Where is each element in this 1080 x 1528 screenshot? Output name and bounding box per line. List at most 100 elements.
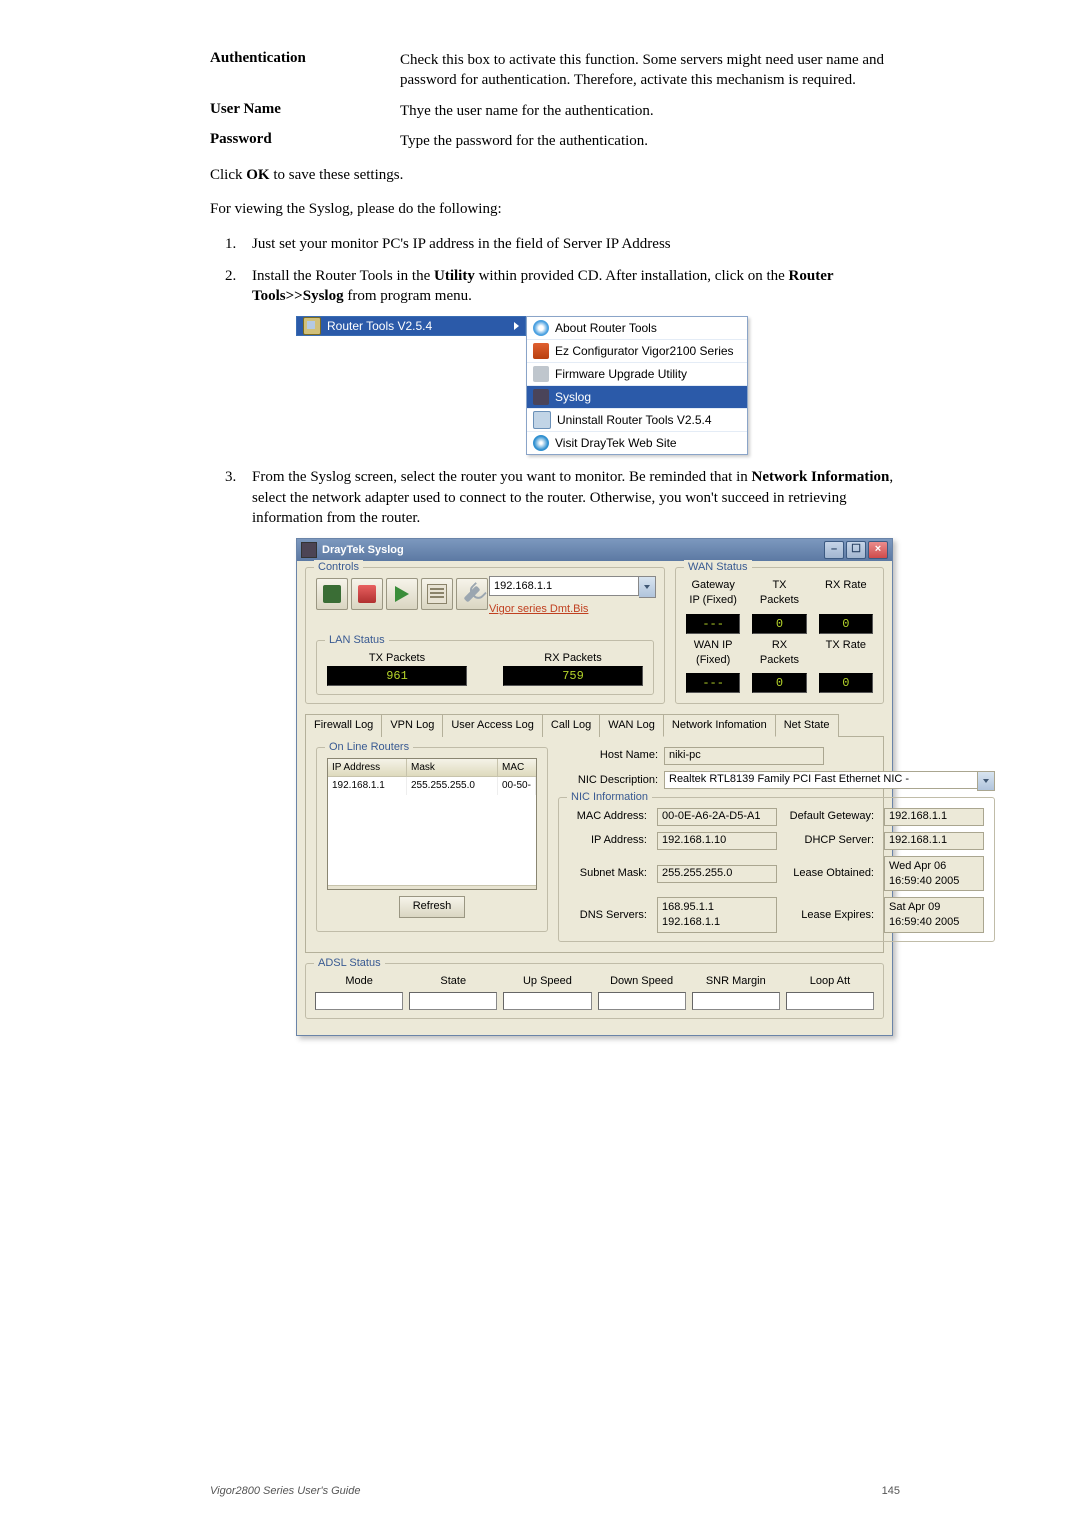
router-list[interactable]: IP Address Mask MAC 192.168.1.1 255.255.… <box>327 758 537 890</box>
wan-rxrate-label: RX Rate <box>819 578 873 610</box>
lease-expires-label: Lease Expires: <box>783 908 878 923</box>
lan-rx-label: RX Packets <box>503 651 643 666</box>
submenu-fw[interactable]: Firmware Upgrade Utility <box>527 362 747 385</box>
lease-obtained-value: Wed Apr 06 16:59:40 2005 <box>884 856 984 892</box>
adsl-mode-value <box>315 992 403 1010</box>
ip-label: IP Address: <box>569 833 651 848</box>
globe-icon <box>533 435 549 451</box>
lan-rx-value: 759 <box>503 666 643 686</box>
ip-select[interactable]: 192.168.1.1 <box>489 576 656 598</box>
adsl-up-label: Up Speed <box>523 974 572 989</box>
tool-doc-button[interactable] <box>421 578 453 610</box>
rl-header-mac[interactable]: MAC <box>498 759 536 777</box>
submenu-syslog[interactable]: Syslog <box>527 385 747 408</box>
subnet-value: 255.255.255.0 <box>657 865 777 883</box>
router-tools-icon <box>303 317 321 335</box>
submenu: About Router Tools Ez Configurator Vigor… <box>526 316 748 455</box>
dropdown-arrow-icon[interactable] <box>977 771 995 791</box>
adsl-state-value <box>409 992 497 1010</box>
submenu-ez[interactable]: Ez Configurator Vigor2100 Series <box>527 339 747 362</box>
submenu-about[interactable]: About Router Tools <box>527 317 747 339</box>
page-number: 145 <box>882 1485 900 1497</box>
tool-wrench-button[interactable] <box>456 578 488 610</box>
password-desc: Type the password for the authentication… <box>400 131 900 151</box>
mac-value: 00-0E-A6-2A-D5-A1 <box>657 808 777 826</box>
tool-play-button[interactable] <box>386 578 418 610</box>
firmware-icon <box>533 366 549 382</box>
chevron-right-icon <box>514 322 519 330</box>
host-value: niki-pc <box>664 747 824 765</box>
window-title: DrayTek Syslog <box>322 543 404 558</box>
click-ok-pre: Click <box>210 167 246 183</box>
adsl-loop-value <box>786 992 874 1010</box>
tab-network-info[interactable]: Network Infomation <box>663 714 776 737</box>
adsl-snr-label: SNR Margin <box>706 974 766 989</box>
submenu-visit[interactable]: Visit DrayTek Web Site <box>527 431 747 454</box>
submenu-uninstall-label: Uninstall Router Tools V2.5.4 <box>557 412 712 428</box>
wrench-icon <box>464 586 481 603</box>
nic-select[interactable]: Realtek RTL8139 Family PCI Fast Ethernet… <box>664 771 995 791</box>
username-desc: Thye the user name for the authenticatio… <box>400 101 900 121</box>
nic-info-group-title: NIC Information <box>567 790 652 805</box>
submenu-fw-label: Firmware Upgrade Utility <box>555 366 687 382</box>
adsl-state-label: State <box>440 974 466 989</box>
step-2: Install the Router Tools in the Utility … <box>240 266 900 456</box>
dhcp-value: 192.168.1.1 <box>884 832 984 850</box>
rl-header-ip[interactable]: IP Address <box>328 759 407 777</box>
wan-tx-label: TX Packets <box>752 578 806 610</box>
wan-ip-label: WAN IP (Fixed) <box>686 638 740 670</box>
wan-rx-label: RX Packets <box>752 638 806 670</box>
maximize-button[interactable]: ☐ <box>846 541 866 559</box>
vigor-link[interactable]: Vigor series Dmt.Bis <box>489 602 656 617</box>
adsl-mode-label: Mode <box>345 974 373 989</box>
step-1: Just set your monitor PC's IP address in… <box>240 234 900 254</box>
play-icon <box>395 586 409 602</box>
dhcp-label: DHCP Server: <box>783 833 878 848</box>
tab-user-access[interactable]: User Access Log <box>442 714 543 737</box>
menu-parent-item[interactable]: Router Tools V2.5.4 <box>296 316 526 336</box>
ip-select-value: 192.168.1.1 <box>489 576 639 596</box>
wan-rxrate-value: 0 <box>819 614 873 634</box>
dns-value: 168.95.1.1 192.168.1.1 <box>657 897 777 933</box>
click-ok-bold: OK <box>246 167 269 183</box>
rl-header-mask[interactable]: Mask <box>407 759 498 777</box>
tab-wan[interactable]: WAN Log <box>599 714 664 737</box>
dropdown-arrow-icon[interactable] <box>639 576 656 598</box>
routers-group-title: On Line Routers <box>325 740 413 755</box>
lan-tx-value: 961 <box>327 666 467 686</box>
tab-call[interactable]: Call Log <box>542 714 600 737</box>
doc-icon <box>427 584 447 604</box>
wan-ip-value: --- <box>686 673 740 693</box>
submenu-uninstall[interactable]: Uninstall Router Tools V2.5.4 <box>527 408 747 431</box>
tab-firewall[interactable]: Firewall Log <box>305 714 382 737</box>
minimize-button[interactable]: – <box>824 541 844 559</box>
tool-stop-button[interactable] <box>351 578 383 610</box>
wan-txrate-label: TX Rate <box>819 638 873 670</box>
wan-gw-label: Gateway IP (Fixed) <box>686 578 740 610</box>
uninstall-icon <box>533 411 551 429</box>
table-row[interactable]: 192.168.1.1 255.255.255.0 00-50- <box>328 777 536 795</box>
lan-tx-label: TX Packets <box>327 651 467 666</box>
username-term: User Name <box>210 101 400 118</box>
wan-gw-value: --- <box>686 614 740 634</box>
wan-group-title: WAN Status <box>684 560 752 575</box>
nic-select-value: Realtek RTL8139 Family PCI Fast Ethernet… <box>664 771 977 789</box>
gateway-value: 192.168.1.1 <box>884 808 984 826</box>
tab-net-state[interactable]: Net State <box>775 714 839 737</box>
controls-group-title: Controls <box>314 560 363 575</box>
adsl-down-label: Down Speed <box>610 974 673 989</box>
menu-figure: Router Tools V2.5.4 About Router Tools E… <box>296 316 900 455</box>
click-ok-post: to save these settings. <box>270 167 404 183</box>
submenu-about-label: About Router Tools <box>555 320 657 336</box>
rl-cell-mask: 255.255.255.0 <box>407 777 498 795</box>
disk-icon <box>323 585 341 603</box>
mac-label: MAC Address: <box>569 809 651 824</box>
close-button[interactable]: × <box>868 541 888 559</box>
titlebar: DrayTek Syslog – ☐ × <box>297 539 892 561</box>
dns-label: DNS Servers: <box>569 908 651 923</box>
refresh-button[interactable]: Refresh <box>399 896 465 918</box>
tab-vpn[interactable]: VPN Log <box>381 714 443 737</box>
tool-save-button[interactable] <box>316 578 348 610</box>
app-icon <box>301 542 317 558</box>
info-icon <box>533 320 549 336</box>
